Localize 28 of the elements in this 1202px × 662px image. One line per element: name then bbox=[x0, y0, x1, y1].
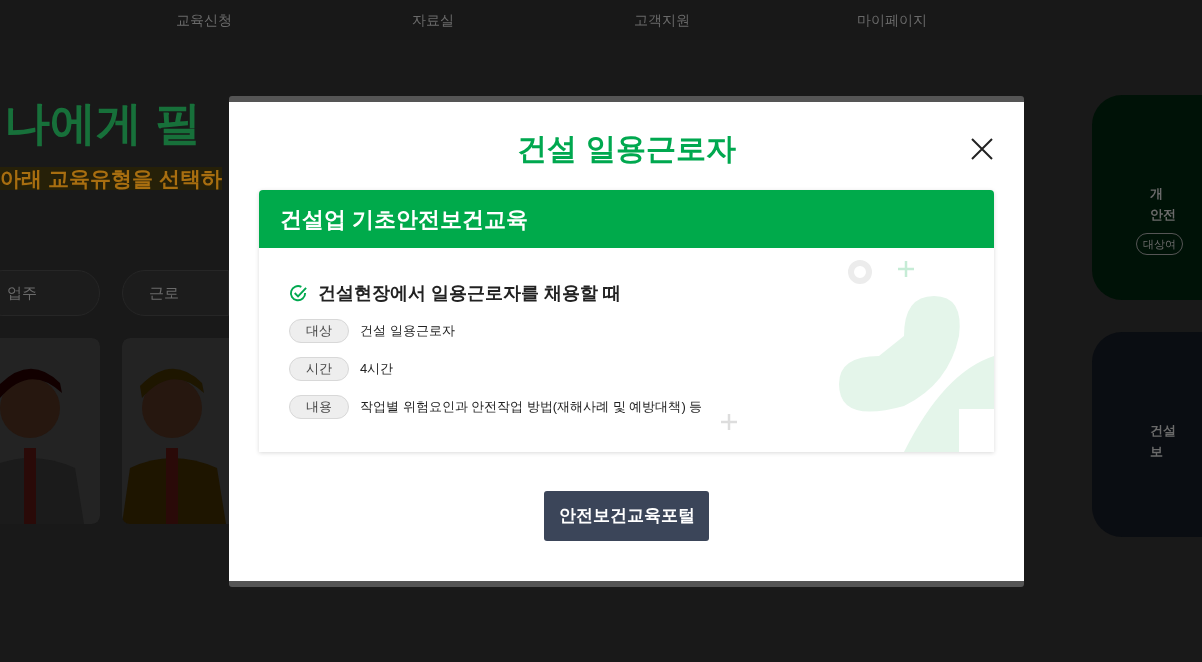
card-text: 안전 bbox=[1150, 206, 1176, 224]
info-tag: 시간 bbox=[289, 357, 349, 381]
check-circle-icon bbox=[289, 284, 308, 303]
plus-icon bbox=[721, 414, 737, 430]
info-value: 작업별 위험요인과 안전작업 방법(재해사례 및 예방대책) 등 bbox=[360, 398, 703, 417]
hero-title: 나에게 필 bbox=[4, 97, 201, 149]
course-title: 건설업 기초안전보건교육 bbox=[280, 205, 529, 234]
info-value: 4시간 bbox=[360, 360, 394, 379]
type-tab[interactable]: 업주 bbox=[0, 270, 100, 316]
nav-link[interactable]: 고객지원 bbox=[634, 12, 690, 28]
nav-link[interactable]: 마이페이지 bbox=[857, 12, 927, 28]
nav-link[interactable]: 자료실 bbox=[412, 12, 454, 28]
modal-title: 건설 일용근로자 bbox=[517, 131, 736, 167]
close-button[interactable] bbox=[970, 136, 996, 162]
category-card[interactable]: 건설 보 bbox=[1092, 332, 1202, 537]
card-text: 건설 bbox=[1150, 422, 1176, 440]
info-tag: 내용 bbox=[289, 395, 349, 419]
type-tab[interactable]: 근로 bbox=[122, 270, 229, 316]
category-card[interactable]: 개 안전 대상여 bbox=[1092, 95, 1202, 300]
portal-button[interactable]: 안전보건교육포털 bbox=[544, 491, 709, 541]
card-text: 보 bbox=[1150, 443, 1163, 461]
nav-link[interactable]: 교육신청 bbox=[176, 12, 232, 28]
course-headline: 건설현장에서 일용근로자를 채용할 때 bbox=[318, 282, 621, 305]
card-text: 개 bbox=[1150, 185, 1163, 203]
hero-subtitle: 아래 교육유형을 선택하 bbox=[0, 167, 222, 190]
close-icon bbox=[970, 137, 994, 161]
info-tag: 대상 bbox=[289, 319, 349, 343]
info-value: 건설 일용근로자 bbox=[360, 322, 455, 341]
